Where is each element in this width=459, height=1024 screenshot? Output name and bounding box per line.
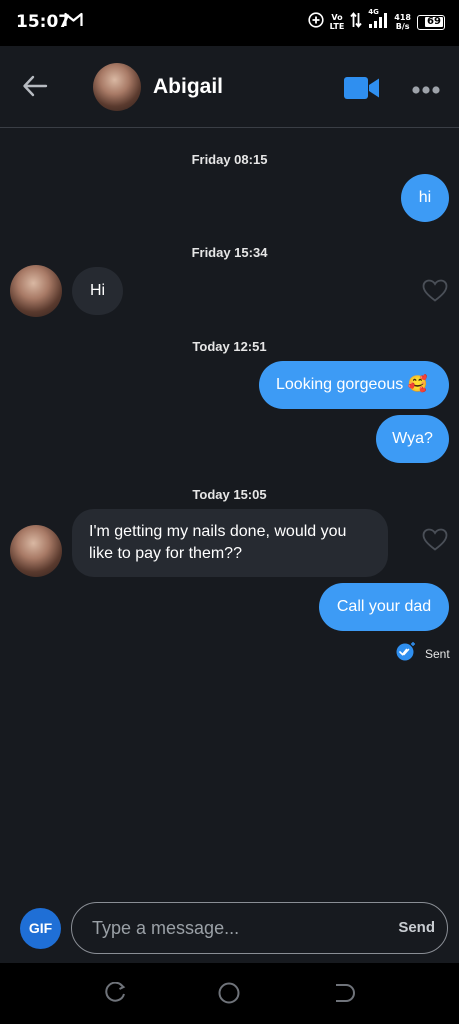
status-time: 15:07	[16, 12, 71, 32]
timestamp: Friday 15:34	[191, 245, 268, 260]
send-button[interactable]: Send	[398, 919, 435, 936]
sender-avatar[interactable]	[10, 265, 62, 317]
back-arrow-icon[interactable]	[22, 74, 48, 103]
incoming-message[interactable]: I'm getting my nails done, would you lik…	[72, 509, 388, 577]
timestamp: Friday 08:15	[191, 152, 268, 167]
network-speed-unit: B/s	[395, 22, 410, 31]
network-speed-value: 418	[394, 13, 411, 22]
timestamp: Today 12:51	[192, 339, 267, 354]
back-nav-icon[interactable]	[333, 982, 355, 1004]
data-transfer-icon	[350, 12, 362, 32]
network-speed: 418 B/s	[394, 13, 411, 31]
outgoing-message[interactable]: Call your dad	[319, 583, 449, 631]
sent-check-icon	[396, 641, 416, 666]
system-nav-bar	[0, 963, 459, 1024]
message-input[interactable]: Type a message... Send	[71, 902, 448, 954]
message-composer: GIF Type a message... Send	[0, 891, 459, 963]
outgoing-message[interactable]: hi	[401, 174, 449, 222]
battery-icon: 69	[417, 14, 445, 30]
sent-label: Sent	[425, 646, 450, 661]
chat-header: Abigail	[0, 46, 459, 128]
network-type: 4G	[368, 8, 379, 16]
signal-icon: 4G	[368, 8, 388, 32]
battery-level: 69	[425, 16, 443, 27]
gmail-icon	[64, 12, 83, 32]
video-call-icon[interactable]	[344, 77, 380, 104]
heart-like-icon[interactable]	[422, 279, 448, 307]
volte-indicator: Vo LTE	[330, 13, 345, 31]
add-circle-icon	[307, 12, 324, 32]
recents-icon[interactable]	[104, 982, 126, 1004]
gif-button[interactable]: GIF	[20, 908, 61, 949]
chat-screen: Abigail Friday 08:15 hi Friday 15:34 Hi …	[0, 46, 459, 963]
incoming-message[interactable]: Hi	[72, 267, 123, 315]
contact-name[interactable]: Abigail	[153, 75, 223, 99]
contact-avatar[interactable]	[93, 63, 141, 111]
sender-avatar[interactable]	[10, 525, 62, 577]
volte-top: Vo	[331, 13, 343, 22]
home-icon[interactable]	[218, 982, 240, 1004]
outgoing-message[interactable]: Looking gorgeous 🥰	[259, 361, 449, 409]
heart-like-icon[interactable]	[422, 528, 448, 556]
outgoing-message[interactable]: Wya?	[376, 415, 449, 463]
message-placeholder: Type a message...	[92, 918, 240, 938]
delivery-receipt: Sent	[396, 641, 450, 666]
volte-bottom: LTE	[329, 22, 345, 31]
status-bar: 15:07 Vo LTE 4G 418 B/s 69	[0, 0, 459, 46]
timestamp: Today 15:05	[192, 487, 267, 502]
more-options-icon[interactable]	[412, 82, 440, 100]
